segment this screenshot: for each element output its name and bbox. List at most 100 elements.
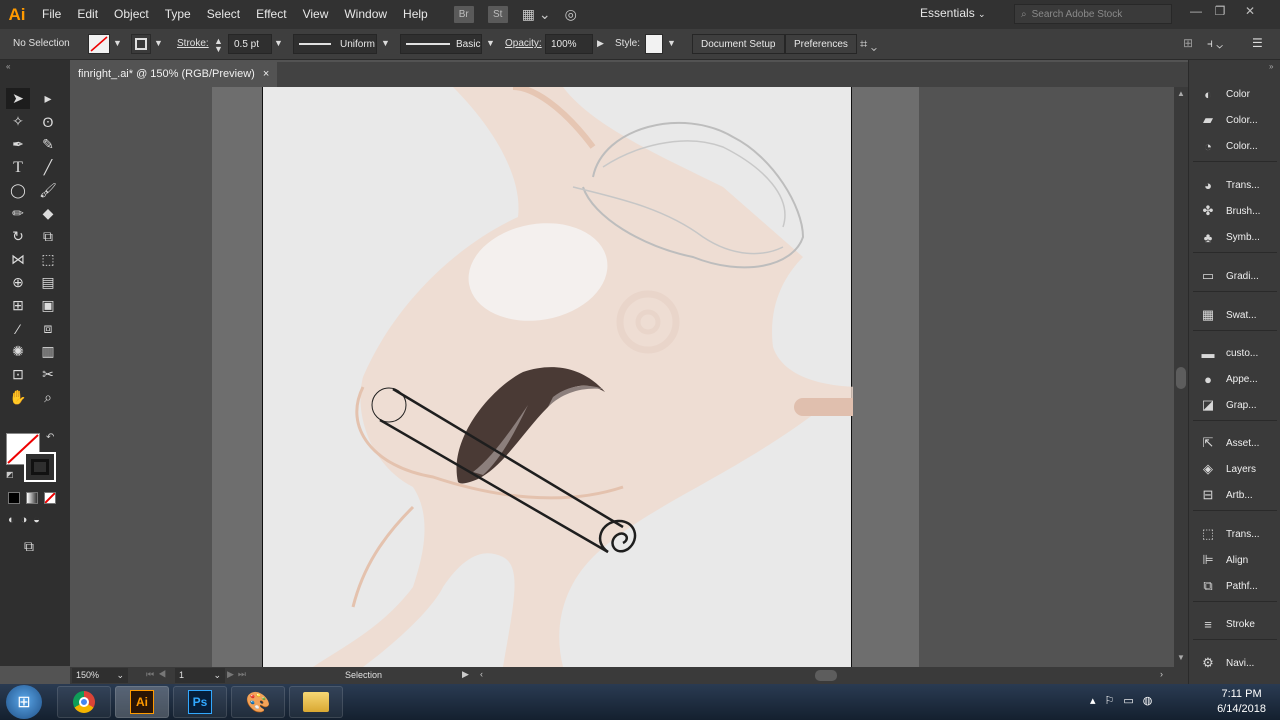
collapse-icon[interactable]: « [6, 62, 10, 71]
slice-tool-icon[interactable]: ✂ [36, 364, 60, 385]
panel-transparency[interactable]: ◕ Trans... [1199, 173, 1279, 197]
close-window-button[interactable]: ✕ [1240, 4, 1260, 22]
free-transform-tool-icon[interactable]: ⬚ [36, 249, 60, 270]
line-segment-tool-icon[interactable]: ╱ [36, 157, 60, 178]
stroke-label[interactable]: Stroke: [177, 38, 209, 49]
perspective-grid-tool-icon[interactable]: ▤ [36, 272, 60, 293]
type-tool-icon[interactable]: T [6, 157, 30, 178]
eyedropper-tool-icon[interactable]: ⁄ [6, 318, 30, 339]
paintbrush-tool-icon[interactable]: 🖌 [36, 180, 60, 201]
ellipse-tool-icon[interactable]: ◯ [6, 180, 30, 201]
scale-tool-icon[interactable]: ⧉ [36, 226, 60, 247]
expand-panels-icon[interactable]: » [1269, 62, 1273, 71]
pencil-tool-icon[interactable]: ✏ [6, 203, 30, 224]
menu-help[interactable]: Help [395, 0, 436, 29]
minimize-window-button[interactable]: — [1186, 4, 1206, 22]
panel-color[interactable]: ◐ Color [1199, 82, 1279, 106]
artboard-number-field[interactable]: 1 ⌄ [175, 668, 225, 683]
graphic-style-swatch[interactable] [645, 34, 663, 54]
shape-builder-tool-icon[interactable]: ⊕ [6, 272, 30, 293]
artboard-tool-icon[interactable]: ⊡ [6, 364, 30, 385]
none-mode-icon[interactable] [44, 492, 56, 504]
swap-colors-icon[interactable]: ↶ [46, 432, 54, 443]
artboard[interactable] [262, 87, 872, 667]
panel-menu-icon[interactable]: ☰ [1252, 36, 1263, 50]
color-mode-icon[interactable] [8, 492, 20, 504]
panel-transform[interactable]: ⬚ Trans... [1199, 522, 1279, 546]
scroll-down-icon[interactable]: ▼ [1177, 653, 1185, 662]
hscroll-left-icon[interactable]: ‹ [480, 669, 483, 679]
chevron-down-icon[interactable]: ▼ [113, 38, 122, 48]
drawing-modes-icon[interactable]: ◐◑◒ [8, 514, 46, 526]
panel-brushes[interactable]: ✤ Brush... [1199, 199, 1279, 223]
workspace-switcher[interactable]: Essentials ⌄ [920, 6, 986, 20]
pen-tool-icon[interactable]: ✒ [6, 134, 30, 155]
default-colors-icon[interactable]: ◩ [6, 470, 14, 479]
document-setup-button[interactable]: Document Setup [692, 34, 785, 54]
chevron-right-icon[interactable]: ▶ [597, 38, 604, 49]
symbol-sprayer-tool-icon[interactable]: ✺ [6, 341, 30, 362]
panel-color-themes[interactable]: ◔ Color... [1199, 134, 1279, 158]
taskbar-photoshop[interactable]: Ps [173, 686, 227, 718]
screen-mode-icon[interactable]: ⧉ [24, 538, 34, 555]
panel-symbols[interactable]: ♣ Symb... [1199, 225, 1279, 249]
canvas[interactable] [70, 87, 1174, 667]
restore-window-button[interactable]: ❐ [1210, 4, 1230, 22]
bridge-icon[interactable]: Br [453, 6, 474, 23]
hscroll-right-icon[interactable]: › [1160, 669, 1163, 679]
system-tray-icons[interactable]: ▴⚐▭◍ [1090, 694, 1161, 707]
hscroll-thumb[interactable] [815, 670, 837, 681]
panel-gradient[interactable]: ▭ Gradi... [1199, 264, 1279, 288]
panel-artboards[interactable]: ⊟ Artb... [1199, 483, 1279, 507]
stroke-stepper-icon[interactable]: ▲ ▼ [214, 37, 223, 54]
menu-type[interactable]: Type [157, 0, 199, 29]
align-icon[interactable]: ⊞ [1183, 36, 1193, 50]
panel-stroke[interactable]: ≡ Stroke [1199, 612, 1279, 636]
opacity-field[interactable]: 100% [545, 34, 593, 54]
panel-appearance[interactable]: ● Appe... [1199, 367, 1279, 391]
panel-graphic-styles[interactable]: ◪ Grap... [1199, 393, 1279, 417]
chevron-down-icon[interactable]: ▼ [274, 38, 283, 48]
panel-asset-export[interactable]: ⇱ Asset... [1199, 431, 1279, 455]
mesh-tool-icon[interactable]: ⊞ [6, 295, 30, 316]
taskbar-chrome[interactable] [57, 686, 111, 718]
gradient-mode-icon[interactable] [26, 492, 38, 504]
start-button[interactable]: ⊞ [6, 685, 42, 719]
stock-search-input[interactable]: ⌕ Search Adobe Stock [1014, 4, 1172, 24]
panel-pathfinder[interactable]: ⧉ Pathf... [1199, 574, 1279, 598]
lasso-tool-icon[interactable]: ʘ [36, 111, 60, 132]
gpu-performance-icon[interactable]: ◎ [565, 6, 577, 23]
document-tab[interactable]: finright_.ai* @ 150% (RGB/Preview) × [70, 62, 278, 87]
taskbar-paint[interactable]: 🎨 [231, 686, 285, 718]
panel-layers[interactable]: ◈ Layers [1199, 457, 1279, 481]
clock[interactable]: 7:11 PM 6/14/2018 [1217, 687, 1266, 717]
menu-window[interactable]: Window [336, 0, 395, 29]
blend-tool-icon[interactable]: ⧈ [36, 318, 60, 339]
menu-file[interactable]: File [34, 0, 69, 29]
eraser-tool-icon[interactable]: ◆ [36, 203, 60, 224]
status-menu-icon[interactable]: ▶ [462, 669, 469, 680]
chevron-down-icon[interactable]: ▼ [381, 38, 390, 48]
menu-effect[interactable]: Effect [248, 0, 294, 29]
menu-edit[interactable]: Edit [69, 0, 106, 29]
preferences-button[interactable]: Preferences [785, 34, 857, 54]
artboard-next-icon[interactable]: ▶⏭ [227, 669, 250, 680]
zoom-field[interactable]: 150% ⌄ [72, 668, 128, 683]
close-tab-icon[interactable]: × [263, 68, 269, 81]
panel-navigator[interactable]: ⚙ Navi... [1199, 651, 1279, 675]
selection-tool-icon[interactable]: ➤ [6, 88, 30, 109]
hand-tool-icon[interactable]: ✋ [6, 387, 30, 408]
opacity-label[interactable]: Opacity: [505, 38, 542, 49]
variable-width-profile[interactable]: Uniform [293, 34, 377, 54]
rotate-tool-icon[interactable]: ↻ [6, 226, 30, 247]
stroke-color-box[interactable] [24, 452, 56, 482]
menu-object[interactable]: Object [106, 0, 157, 29]
gradient-tool-icon[interactable]: ▣ [36, 295, 60, 316]
stroke-weight-field[interactable]: 0.5 pt [228, 34, 272, 54]
panel-color-guide[interactable]: ▰ Color... [1199, 108, 1279, 132]
panel-custom[interactable]: ▬ custo... [1199, 341, 1279, 365]
menu-select[interactable]: Select [199, 0, 248, 29]
magic-wand-tool-icon[interactable]: ✧ [6, 111, 30, 132]
panel-align[interactable]: ⊫ Align [1199, 548, 1279, 572]
taskbar-explorer[interactable] [289, 686, 343, 718]
